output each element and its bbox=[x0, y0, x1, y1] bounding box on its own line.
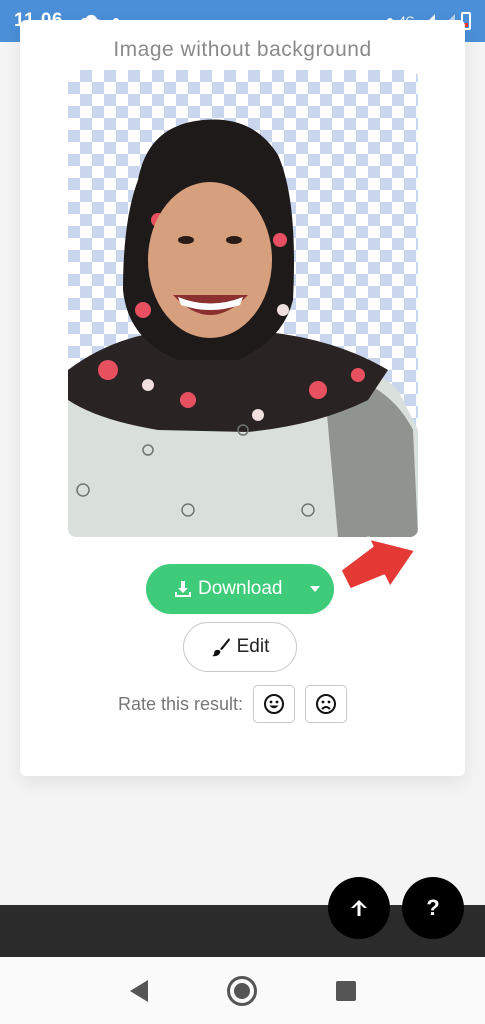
rate-bad-button[interactable] bbox=[305, 685, 348, 723]
help-button[interactable]: ? bbox=[402, 877, 464, 939]
android-nav-bar bbox=[0, 957, 485, 1024]
download-label: Download bbox=[198, 578, 283, 599]
red-arrow-icon bbox=[338, 536, 418, 592]
frown-icon bbox=[316, 694, 337, 714]
rate-good-button[interactable] bbox=[253, 685, 296, 723]
home-icon[interactable] bbox=[226, 975, 257, 1006]
back-icon[interactable] bbox=[129, 979, 148, 1002]
result-card: Image without background Download Edit R… bbox=[20, 20, 465, 776]
download-button[interactable]: Download bbox=[146, 564, 334, 614]
brush-icon bbox=[211, 638, 230, 657]
download-icon bbox=[175, 581, 191, 597]
person-image bbox=[68, 119, 418, 537]
edit-label: Edit bbox=[236, 636, 270, 657]
result-image bbox=[68, 70, 418, 537]
recents-icon[interactable] bbox=[335, 980, 356, 1001]
rating-row: Rate this result: bbox=[118, 685, 357, 723]
rating-label: Rate this result: bbox=[118, 693, 244, 714]
scroll-to-top-button[interactable] bbox=[328, 877, 390, 939]
arrow-up-icon bbox=[351, 900, 367, 916]
smile-icon bbox=[264, 694, 285, 714]
help-label: ? bbox=[426, 895, 440, 920]
edit-button[interactable]: Edit bbox=[183, 622, 297, 672]
card-title: Image without background bbox=[113, 38, 372, 61]
